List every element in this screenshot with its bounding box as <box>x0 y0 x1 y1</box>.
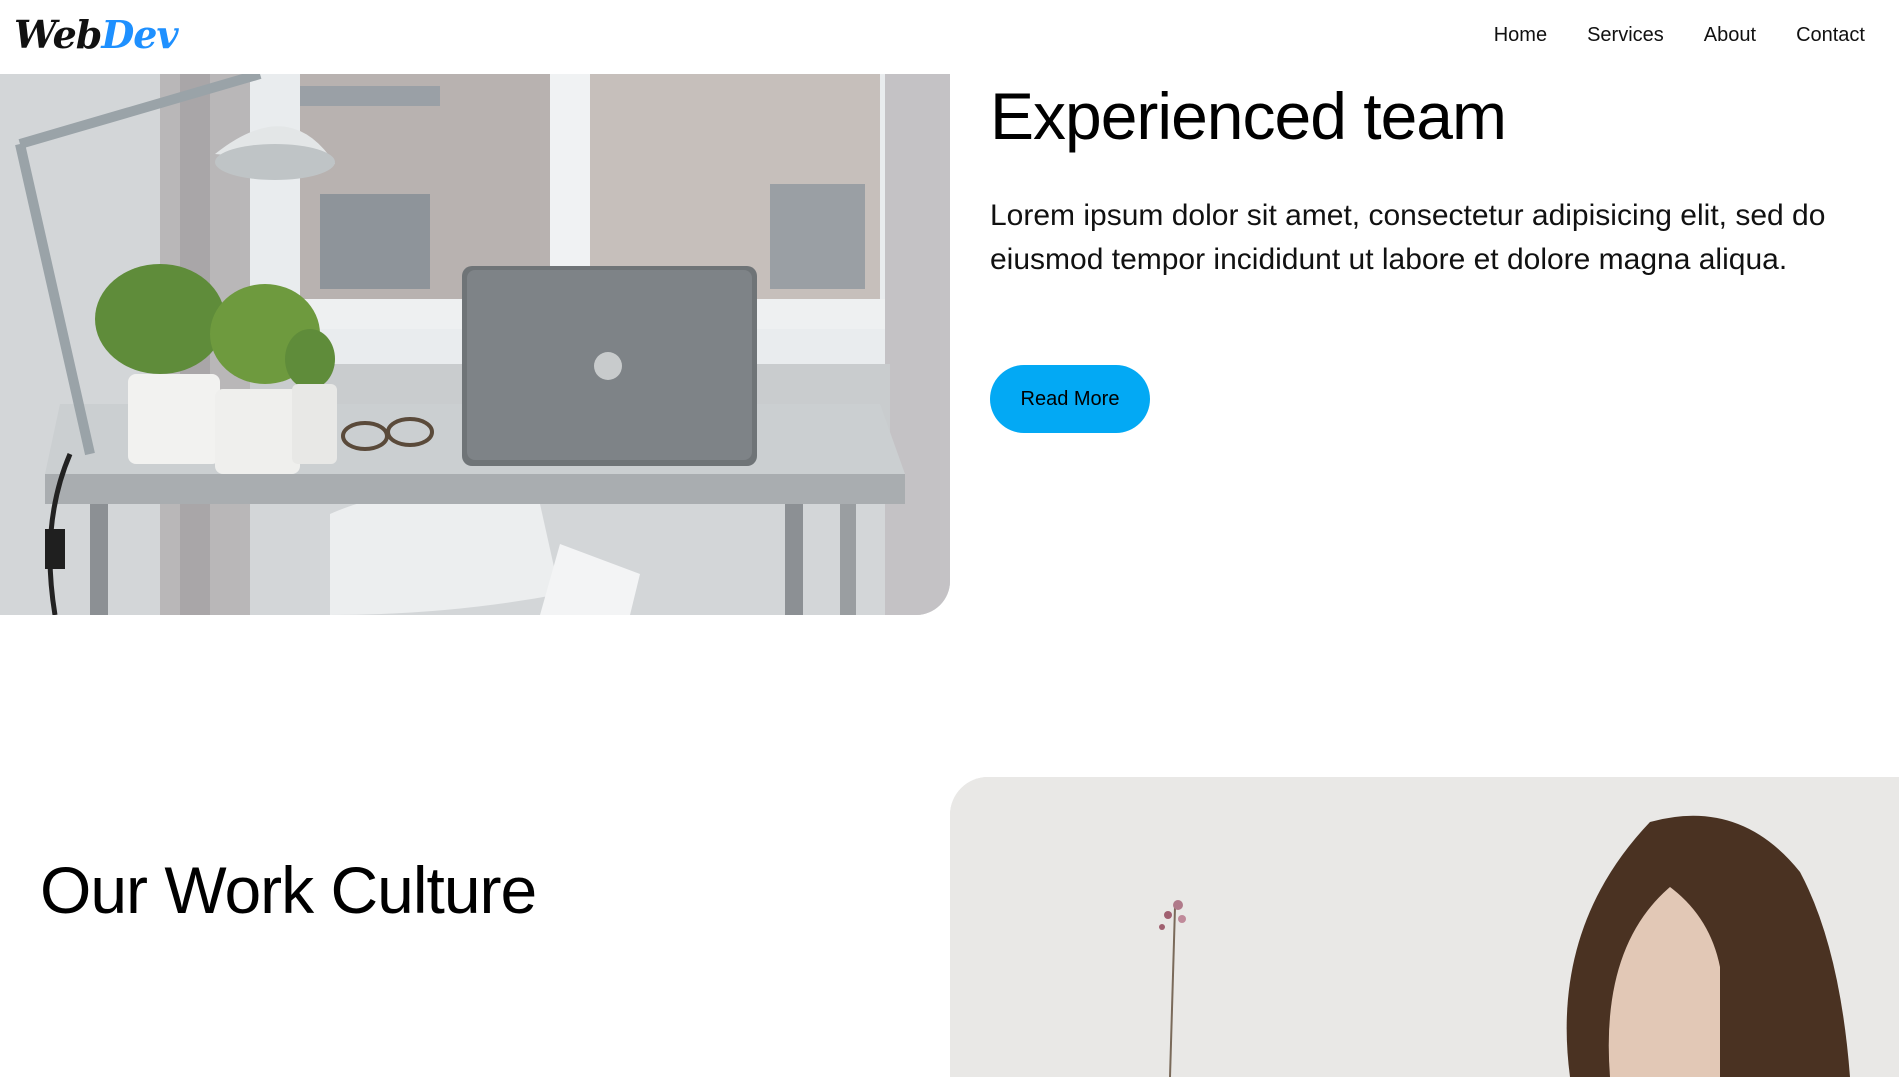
desk-laptop-photo <box>0 74 950 615</box>
nav-contact-link[interactable]: Contact <box>1796 22 1865 48</box>
experienced-team-description: Lorem ipsum dolor sit amet, consectetur … <box>990 199 1826 276</box>
site-logo[interactable]: WebDev <box>14 12 179 58</box>
main-nav: Home Services About Contact <box>1454 22 1865 48</box>
read-more-button[interactable]: Read More <box>990 365 1150 433</box>
desk-scene-illustration <box>0 74 950 615</box>
nav-services-link[interactable]: Services <box>1587 22 1664 48</box>
experienced-team-heading: Experienced team <box>990 79 1507 153</box>
nav-about-link[interactable]: About <box>1704 22 1756 48</box>
logo-text-dev: Dev <box>101 12 178 57</box>
nav-home-link[interactable]: Home <box>1494 22 1547 48</box>
woman-portrait-illustration <box>950 777 1899 1077</box>
logo-text-web: Web <box>14 12 102 57</box>
work-culture-photo <box>950 777 1899 1077</box>
site-header: WebDev Home Services About Contact <box>0 0 1899 74</box>
work-culture-heading: Our Work Culture <box>40 853 537 927</box>
